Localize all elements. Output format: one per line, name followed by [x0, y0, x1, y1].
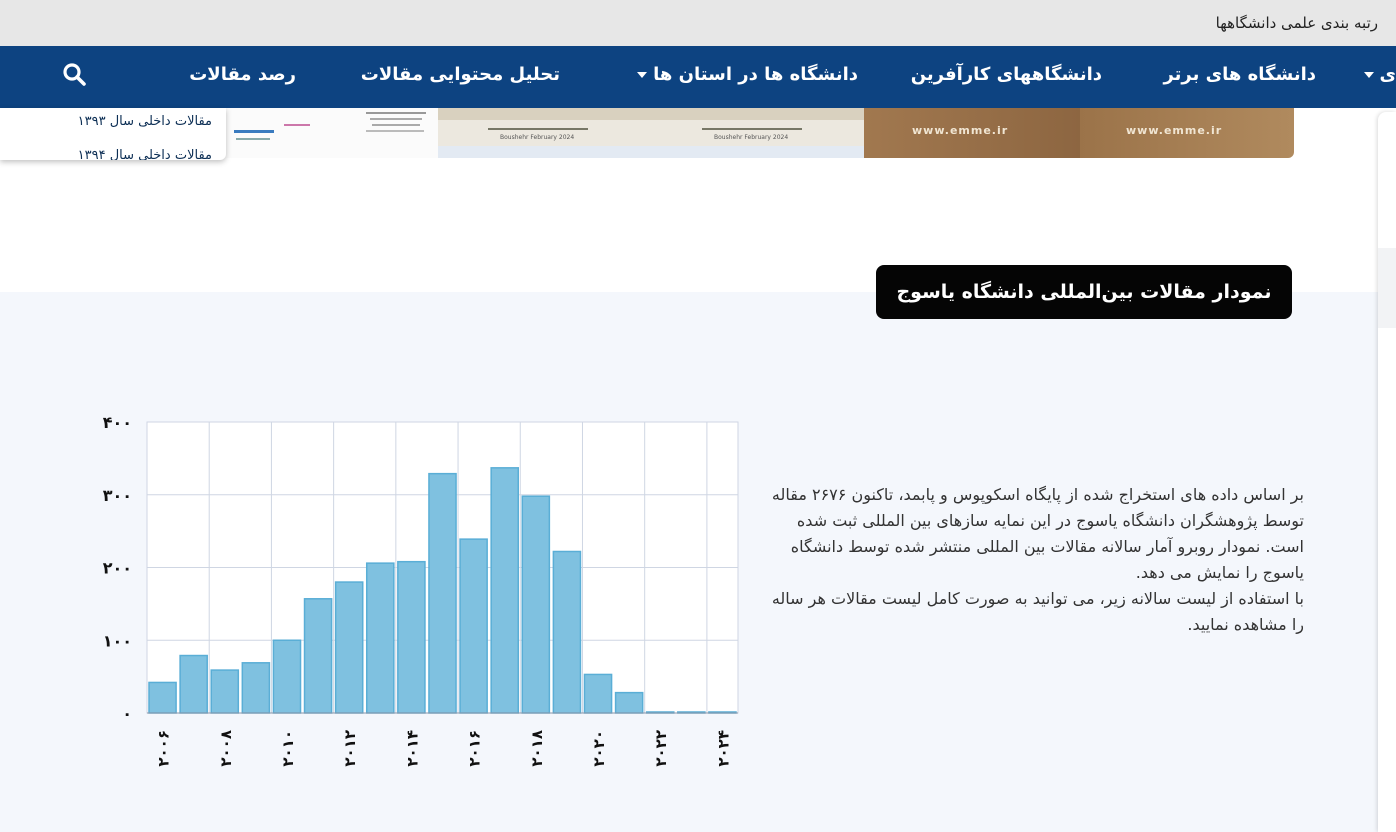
nav-item-entrepreneurial-universities[interactable]: دانشگاههای کارآفرین	[911, 64, 1102, 85]
search-icon[interactable]	[62, 62, 86, 86]
x-tick-label: ۲۰۰۸	[217, 730, 235, 767]
bar	[397, 560, 426, 714]
x-tick-label: ۲۰۱۸	[528, 730, 546, 767]
x-tick-label: ۲۰۰۶	[155, 730, 173, 767]
x-tick-label: ۲۰۲۴	[714, 730, 732, 767]
banner-ad[interactable]: Boushehr February 2024	[650, 108, 864, 158]
bar	[552, 550, 582, 714]
articles-bar-chart: ۰ ۱۰۰ ۲۰۰ ۳۰۰ ۴۰۰ ۲۰۰۶ ۲۰۰۸ ۲۰۱۰ ۲۰۱۲ ۲۰۱۴ ۲۰۱۶ ۲۰۱…	[103, 413, 739, 767]
bar	[179, 654, 208, 714]
bar	[303, 598, 333, 714]
bar	[583, 673, 613, 714]
nav-item-content-analysis[interactable]: تحلیل محتوایی مقالات	[361, 64, 560, 85]
top-bar: رتبه بندی علمی دانشگاهها	[0, 0, 1396, 47]
nav-item-label: ی	[1379, 64, 1396, 85]
dropdown-item[interactable]: مقالات داخلی سال ۱۳۹۴	[78, 148, 212, 160]
x-tick-label: ۲۰۱۲	[341, 730, 359, 767]
x-tick-label: ۲۰۱۴	[403, 730, 421, 767]
y-tick-label: ۴۰۰	[103, 413, 132, 432]
bar	[428, 472, 457, 714]
y-tick-label: ۰	[122, 704, 132, 723]
banner-caption: www.emme.ir	[1126, 124, 1223, 137]
caret-down-icon	[637, 72, 648, 78]
x-tick-label: ۲۰۲۰	[590, 730, 608, 767]
side-panel	[1378, 112, 1396, 832]
x-tick-label: ۲۰۲۲	[652, 730, 670, 767]
dropdown-item[interactable]: مقالات داخلی سال ۱۳۹۳	[78, 114, 212, 129]
bar	[334, 581, 364, 714]
nav-item-more[interactable]: ی	[1358, 64, 1396, 85]
section-description: بر اساس داده های استخراج شده از پایگاه ا…	[770, 482, 1304, 638]
y-tick-label: ۱۰۰	[103, 631, 132, 650]
bar	[365, 562, 395, 714]
nav-item-top-universities[interactable]: دانشگاه های برتر	[1163, 64, 1316, 85]
y-tick-label: ۳۰۰	[103, 486, 132, 505]
nav-item-universities-by-province[interactable]: دانشگاه ها در استان ها	[631, 64, 858, 85]
x-tick-label: ۲۰۱۰	[279, 730, 297, 767]
side-panel-strip	[1378, 248, 1396, 328]
banner-caption: Boushehr February 2024	[500, 134, 575, 141]
bar	[521, 495, 551, 714]
banner-ad[interactable]: Boushehr February 2024	[438, 108, 650, 158]
main-navigation: ی دانشگاه های برتر دانشگاههای کارآفرین د…	[0, 46, 1396, 108]
banner-ad[interactable]	[226, 108, 438, 158]
description-paragraph: بر اساس داده های استخراج شده از پایگاه ا…	[771, 485, 1304, 582]
bar	[490, 467, 520, 714]
banner-caption: Boushehr February 2024	[714, 134, 789, 141]
x-tick-label: ۲۰۱۶	[466, 730, 484, 767]
bar	[272, 639, 302, 714]
bar	[210, 669, 240, 714]
bar	[459, 538, 488, 714]
nav-item-label: دانشگاه ها در استان ها	[653, 64, 858, 85]
site-title[interactable]: رتبه بندی علمی دانشگاهها	[1216, 14, 1378, 32]
bar	[614, 691, 644, 714]
dropdown-menu: مقالات داخلی سال ۱۳۹۳ مقالات داخلی سال ۱…	[0, 108, 226, 160]
banner-ad[interactable]: www.emme.ir	[864, 108, 1080, 158]
description-paragraph: با استفاده از لیست سالانه زیر، می توانید…	[771, 589, 1304, 634]
banner-ad[interactable]: www.emme.ir	[1080, 108, 1294, 158]
y-tick-label: ۲۰۰	[103, 559, 132, 578]
bar	[148, 681, 177, 714]
banner-caption: www.emme.ir	[912, 124, 1009, 137]
section-heading: نمودار مقالات بین‌المللی دانشگاه یاسوج	[876, 265, 1292, 319]
bar	[241, 662, 271, 714]
caret-down-icon	[1363, 72, 1374, 78]
nav-item-article-monitoring[interactable]: رصد مقالات	[189, 64, 296, 85]
